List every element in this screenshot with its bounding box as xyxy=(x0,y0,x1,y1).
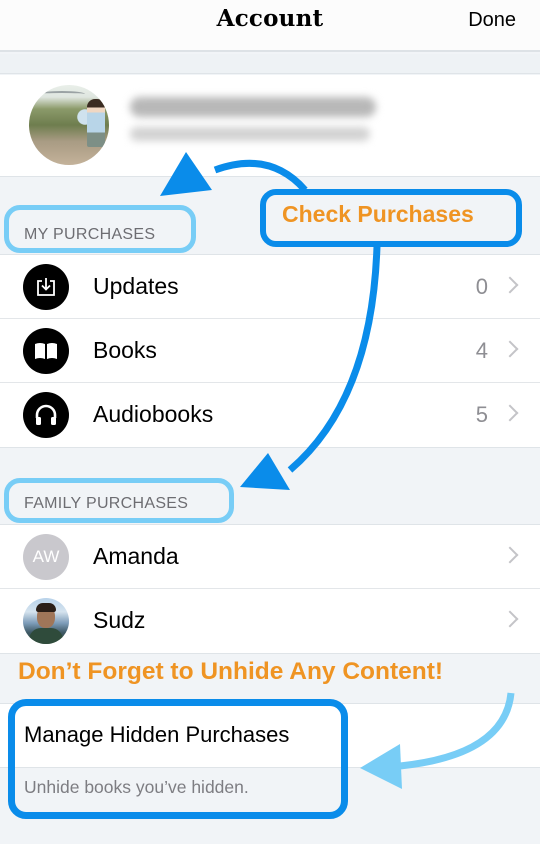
chevron-right-icon xyxy=(501,610,519,628)
family-purchases-header: FAMILY PURCHASES xyxy=(24,495,189,512)
audiobooks-label: Audiobooks xyxy=(93,401,214,427)
arrow-to-family-head xyxy=(240,453,290,490)
unhide-reminder-callout-text: Don’t Forget to Unhide Any Content! xyxy=(18,658,444,685)
profile-name-blurred: Amanda Whittenberger xyxy=(130,97,376,117)
avatar-photo-hair xyxy=(36,603,56,612)
list-item-audiobooks[interactable]: Audiobooks 5 xyxy=(0,383,540,447)
avatar-photo-shirt xyxy=(29,628,63,644)
avatar-photo-bridge xyxy=(39,91,85,97)
account-profile-row[interactable]: Amanda Whittenberger xxxxxxxxx@gmail.com xyxy=(0,75,540,177)
download-tray-icon xyxy=(23,264,69,310)
manage-hidden-callout-box xyxy=(8,699,348,819)
family-member-name: Amanda xyxy=(93,543,179,569)
done-button[interactable]: Done xyxy=(468,9,516,32)
page-title: Account xyxy=(216,5,324,32)
list-item-books[interactable]: Books 4 xyxy=(0,319,540,383)
avatar-initials: AW xyxy=(23,534,69,580)
list-item-family-amanda[interactable]: AW Amanda xyxy=(0,525,540,589)
chevron-right-icon xyxy=(501,546,519,564)
section-spacer xyxy=(0,54,540,74)
open-book-icon xyxy=(23,328,69,374)
books-count: 4 xyxy=(475,338,488,363)
chevron-right-icon xyxy=(501,404,519,422)
chevron-right-icon xyxy=(501,340,519,358)
family-member-name: Sudz xyxy=(93,607,146,633)
avatar-photo xyxy=(23,598,69,644)
profile-avatar xyxy=(29,85,109,165)
family-purchases-list: AW Amanda Sudz xyxy=(0,524,540,654)
updates-label: Updates xyxy=(93,273,179,299)
books-label: Books xyxy=(93,337,157,363)
audiobooks-count: 5 xyxy=(475,402,488,427)
list-item-updates[interactable]: Updates 0 xyxy=(0,255,540,319)
navigation-bar: Account Done xyxy=(0,0,540,52)
avatar-photo-person xyxy=(87,99,105,147)
updates-count: 0 xyxy=(475,274,488,299)
headphones-icon xyxy=(23,392,69,438)
check-purchases-callout-text: Check Purchases xyxy=(282,201,474,227)
my-purchases-list: Updates 0 Books 4 Audiobooks 5 xyxy=(0,254,540,448)
list-item-family-sudz[interactable]: Sudz xyxy=(0,589,540,653)
profile-email-blurred: xxxxxxxxx@gmail.com xyxy=(130,127,370,141)
my-purchases-header: MY PURCHASES xyxy=(24,226,156,243)
chevron-right-icon xyxy=(501,276,519,294)
